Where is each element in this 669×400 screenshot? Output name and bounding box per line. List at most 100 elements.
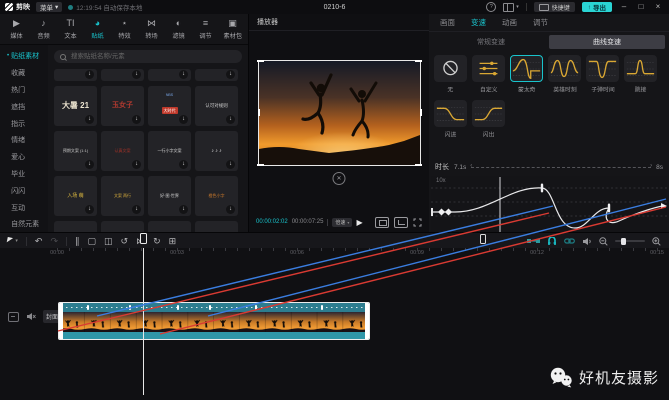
maximize-button[interactable]: □: [636, 2, 646, 12]
preset-jump-cut[interactable]: 跳接: [624, 55, 657, 94]
sticker-item[interactable]: 玉女子↓: [101, 86, 144, 126]
duration-drag-bar[interactable]: [471, 167, 651, 168]
collapse-track-icon[interactable]: [8, 312, 19, 322]
sidebar-item-遮挡[interactable]: •遮挡: [0, 98, 48, 115]
sticker-item[interactable]: [148, 221, 191, 232]
close-button[interactable]: ×: [653, 2, 663, 12]
reverse-icon[interactable]: ↺: [121, 234, 129, 248]
subtab-curve-speed[interactable]: 曲线变速: [549, 35, 665, 49]
playback-speed-dropdown[interactable]: 倍速 ▾: [332, 218, 352, 227]
speaker-icon[interactable]: [582, 237, 592, 246]
sidebar-item-爱心[interactable]: •爱心: [0, 149, 48, 166]
quality-button[interactable]: [375, 217, 389, 228]
download-icon[interactable]: ↓: [226, 115, 235, 124]
media-tab-素材包[interactable]: ▣素材包: [220, 18, 245, 40]
help-icon[interactable]: ?: [486, 2, 496, 12]
selection-handle[interactable]: [415, 164, 422, 166]
download-icon[interactable]: ↓: [226, 205, 235, 214]
ratio-button[interactable]: [394, 217, 408, 228]
download-icon[interactable]: ↓: [132, 160, 141, 169]
tab-picture[interactable]: 画面: [440, 17, 455, 28]
media-tab-转场[interactable]: ⋈转场: [139, 18, 164, 40]
zoom-in-icon[interactable]: [652, 237, 661, 246]
sidebar-item-闪闪[interactable]: •闪闪: [0, 182, 48, 199]
clip-trim-handle-left[interactable]: [59, 303, 63, 339]
sidebar-item-互动[interactable]: •互动: [0, 199, 48, 216]
search-input[interactable]: [69, 52, 236, 61]
sidebar-item-指示[interactable]: •指示: [0, 115, 48, 132]
sticker-item[interactable]: ↓: [148, 69, 191, 81]
playhead-line[interactable]: [143, 248, 144, 395]
sidebar-item-自然元素[interactable]: •自然元素: [0, 216, 48, 232]
sticker-item[interactable]: [195, 221, 238, 232]
download-icon[interactable]: ↓: [85, 205, 94, 214]
download-icon[interactable]: ↓: [179, 70, 188, 79]
sticker-item[interactable]: 大暑 21↓: [54, 86, 97, 126]
export-button[interactable]: ↑ 导出: [582, 2, 612, 12]
subtab-normal-speed[interactable]: 常规变速: [433, 35, 549, 49]
sticker-item[interactable]: NBS大时代↓: [148, 86, 191, 126]
curve-point[interactable]: [438, 208, 445, 215]
media-tab-贴纸[interactable]: ◕贴纸: [85, 18, 110, 40]
download-icon[interactable]: ↓: [85, 115, 94, 124]
selection-handle[interactable]: [415, 60, 422, 62]
media-tab-滤镜[interactable]: ◐滤镜: [166, 18, 191, 40]
sticker-item[interactable]: [54, 221, 97, 232]
preset-hero-moment[interactable]: 英雄时刻: [548, 55, 581, 94]
preset-custom[interactable]: 自定义: [472, 55, 505, 94]
rotate-icon[interactable]: ↻: [153, 234, 161, 248]
video-preview[interactable]: [258, 60, 421, 166]
split-icon[interactable]: ∥: [75, 234, 80, 248]
sticker-item[interactable]: 认真文案↓: [101, 131, 144, 171]
preset-bullet-time[interactable]: 子弹时间: [586, 55, 619, 94]
menu-button[interactable]: 菜单 ▾: [36, 2, 62, 12]
media-tab-媒体[interactable]: ▶媒体: [4, 18, 29, 40]
selection-handle[interactable]: [257, 60, 264, 62]
preset-none[interactable]: 无: [434, 55, 467, 94]
playhead-pin[interactable]: [140, 233, 147, 244]
sticker-item[interactable]: ↓: [54, 69, 97, 81]
sticker-item[interactable]: 认可对规则↓: [195, 86, 238, 126]
sidebar-item-毕业[interactable]: •毕业: [0, 166, 48, 183]
sticker-item[interactable]: 好·图·世界↓: [148, 176, 191, 216]
sidebar-item-热门[interactable]: •热门: [0, 82, 48, 99]
download-icon[interactable]: ↓: [179, 205, 188, 214]
preset-flash-in[interactable]: 闪进: [434, 100, 467, 139]
download-icon[interactable]: ↓: [85, 70, 94, 79]
sticker-item[interactable]: 入场 萌↓: [54, 176, 97, 216]
linkage-icon[interactable]: [564, 237, 575, 245]
curve-point[interactable]: [608, 204, 610, 213]
select-caret-icon[interactable]: ▾: [15, 234, 18, 248]
preset-montage[interactable]: 蒙太奇: [510, 55, 543, 94]
curve-point[interactable]: [541, 184, 543, 193]
download-icon[interactable]: ↓: [132, 70, 141, 79]
undo-icon[interactable]: ↶: [35, 234, 43, 248]
freeze-frame-icon[interactable]: ◫: [104, 234, 113, 248]
clip-trim-handle-right[interactable]: [365, 303, 369, 339]
selection-handle[interactable]: [257, 164, 264, 166]
magnet-icon[interactable]: [547, 237, 557, 246]
media-tab-音频[interactable]: ♪音频: [31, 18, 56, 40]
tab-animation[interactable]: 动画: [502, 17, 517, 28]
sidebar-item-收藏[interactable]: •收藏: [0, 65, 48, 82]
sidebar-item-贴纸素材[interactable]: •贴纸素材: [0, 48, 48, 65]
tab-speed[interactable]: 变速: [471, 17, 486, 28]
mute-track-icon[interactable]: [26, 312, 36, 321]
sticker-item[interactable]: ♪ ♪ ♪↓: [195, 131, 238, 171]
keyframe-icon[interactable]: [527, 237, 540, 245]
crop-icon[interactable]: ⊞: [169, 234, 177, 248]
sticker-item[interactable]: 文案 两行↓: [101, 176, 144, 216]
zoom-out-icon[interactable]: [599, 237, 608, 246]
download-icon[interactable]: ↓: [85, 160, 94, 169]
media-tab-调节[interactable]: ≡调节: [193, 18, 218, 40]
sticker-item[interactable]: [101, 221, 144, 232]
sticker-item[interactable]: 一行小字文案↓: [148, 131, 191, 171]
tab-adjust[interactable]: 调节: [533, 17, 548, 28]
sticker-item[interactable]: ↓: [101, 69, 144, 81]
download-icon[interactable]: ↓: [132, 205, 141, 214]
selection-handle[interactable]: [420, 109, 422, 116]
marker-pin[interactable]: [480, 234, 486, 244]
media-tab-特效[interactable]: ⋆特效: [112, 18, 137, 40]
download-icon[interactable]: ↓: [132, 115, 141, 124]
preset-flash-out[interactable]: 闪出: [472, 100, 505, 139]
